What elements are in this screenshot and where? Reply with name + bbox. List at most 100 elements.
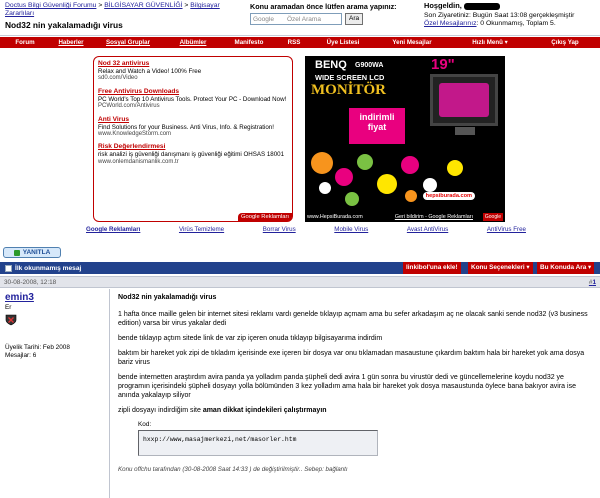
post-paragraph: zipli dosyayı indirdiğim site aman dikka… xyxy=(118,406,594,415)
post-paragraph: baktım bir hareket yok zipi de tıkladım … xyxy=(118,350,585,366)
banner-model: G900WA xyxy=(355,62,384,69)
banner-google-tag[interactable]: Google xyxy=(482,213,503,221)
search-label: Konu aramadan önce lütfen arama yapınız: xyxy=(250,2,397,11)
edit-note: Konu offchu tarafından (30-08-2008 Saat … xyxy=(118,466,348,473)
page-title: Nod32 nin yakalamadığı virus xyxy=(5,20,123,30)
ad-link[interactable]: AntiVirus Free xyxy=(487,226,526,233)
search-input[interactable]: Google Özel Arama xyxy=(250,13,342,25)
post-title: Nod32 nin yakalamadığı virus xyxy=(118,294,217,301)
nav-sosyal-gruplar[interactable]: Sosyal Gruplar xyxy=(92,37,164,48)
text-ads-box: Nod 32 antivirus Relax and Watch a Video… xyxy=(93,56,293,222)
hepsiburada-logo: hepsiburada.com xyxy=(422,192,475,200)
flower-decoration xyxy=(311,152,333,174)
reply-button[interactable]: YANITLA xyxy=(3,247,61,258)
nav-rss[interactable]: RSS xyxy=(276,37,312,48)
banner-brand: BENQ xyxy=(315,59,347,71)
post-author-panel: emin3 Er Üyelik Tarihi: Feb 2008 Mesajla… xyxy=(0,289,110,498)
post-body: Nod32 nin yakalamadığı virus 1 hafta önc… xyxy=(112,289,600,498)
search-placeholder: Özel Arama xyxy=(287,15,321,23)
banner-wide: WIDE SCREEN LCD xyxy=(315,73,385,82)
last-visit-text: Son Ziyaretiniz: Bugün Saat 13:08 gerçek… xyxy=(424,11,575,19)
flower-decoration xyxy=(423,178,437,192)
ad-url[interactable]: sd0.com/Video xyxy=(98,75,288,82)
search-button[interactable]: Ara xyxy=(345,13,364,25)
banner-site-url[interactable]: www.HepsiBurada.com xyxy=(307,214,363,220)
ad-item[interactable]: Risk Değerlendirmesi risk analizi iş güv… xyxy=(98,143,288,166)
nav-forum[interactable]: Forum xyxy=(0,37,50,48)
reply-button-label: YANITLA xyxy=(22,249,51,256)
ad-item[interactable]: Nod 32 antivirus Relax and Watch a Video… xyxy=(98,60,288,83)
thread-tools-bar: İlk okunmamış mesaj linkibol'una ekle! K… xyxy=(0,262,600,274)
ad-link-unit: Google Reklamları Virüs Temizleme Borrar… xyxy=(86,226,526,233)
post-permalink[interactable]: #1 xyxy=(589,277,596,288)
unread-post-icon xyxy=(5,264,12,272)
nav-albumler[interactable]: Albümler xyxy=(164,37,222,48)
google-ads-tag[interactable]: Google Reklamları xyxy=(237,213,292,221)
banner-deal: indirimli fiyat xyxy=(349,108,405,144)
user-stats: Üyelik Tarihi: Feb 2008 Mesajlar: 6 xyxy=(5,344,104,360)
breadcrumb-forum[interactable]: Doctus Bilgi Güvenliği Forumu xyxy=(5,2,96,9)
ad-link[interactable]: Avast AntiVirus xyxy=(407,226,448,233)
ad-url[interactable]: www.KnowledgeStorm.com xyxy=(98,131,288,138)
ad-title[interactable]: Nod 32 antivirus xyxy=(98,60,288,68)
ad-link[interactable]: Borrar Virus xyxy=(263,226,296,233)
nav-haberler[interactable]: Haberler xyxy=(50,37,92,48)
monitor-stand xyxy=(455,127,475,135)
nav-cikis-yap[interactable]: Çıkış Yap xyxy=(530,37,600,48)
zip-line-text: zipli dosyayı indirdiğim site xyxy=(118,407,203,414)
ad-link-google-reklamlari[interactable]: Google Reklamları xyxy=(86,226,140,233)
banner-size: 19" xyxy=(431,56,455,73)
banner-headline: MONİTÖR xyxy=(311,82,386,98)
flower-decoration xyxy=(447,160,463,176)
ad-description: PC World's Top 10 Antivirus Tools. Prote… xyxy=(98,95,287,103)
ad-item[interactable]: Free Antivirus Downloads PC World's Top … xyxy=(98,88,288,111)
search-row: Google Özel Arama Ara xyxy=(250,13,420,25)
breadcrumb-separator: > xyxy=(184,2,189,9)
banner-feedback-link[interactable]: Geri bildirim - Google Reklamları xyxy=(395,214,473,220)
welcome-panel: Hoşgeldin, Son Ziyaretiniz: Bugün Saat 1… xyxy=(424,1,600,29)
search-thread-menu[interactable]: Bu Konuda Ara ▾ xyxy=(537,262,595,274)
thread-options-menu[interactable]: Konu Seçenekleri ▾ xyxy=(468,262,533,274)
breadcrumb: Doctus Bilgi Güvenliği Forumu > BİLGİSAY… xyxy=(5,2,248,18)
linkibol-add-button[interactable]: linkibol'una ekle! xyxy=(403,262,461,274)
welcome-greeting: Hoşgeldin, xyxy=(424,1,462,10)
ad-title[interactable]: Anti Virus xyxy=(98,116,288,124)
deal-line2: fiyat xyxy=(367,122,387,132)
ad-item[interactable]: Anti Virus Find Solutions for your Busin… xyxy=(98,116,288,139)
zip-line-warning: aman dikkat içindekileri çalıştırmayın xyxy=(202,407,327,414)
post-header-bar: 30-08-2008, 12:18 #1 xyxy=(0,276,600,288)
post-number: 1 xyxy=(592,279,596,286)
ad-url[interactable]: www.onlemdanismanlik.com.tr xyxy=(98,159,288,166)
join-date: Üyelik Tarihi: Feb 2008 xyxy=(5,344,70,351)
nav-manifesto[interactable]: Manifesto xyxy=(222,37,276,48)
code-block: hxxp://www,masajmerkezi,net/masorler.htm xyxy=(138,430,378,456)
message-count: Mesajlar: 6 xyxy=(5,352,37,359)
monitor-image xyxy=(430,74,498,126)
ad-link[interactable]: Virüs Temizleme xyxy=(179,226,224,233)
nav-yeni-mesajlar[interactable]: Yeni Mesajlar xyxy=(374,37,450,48)
flower-decoration xyxy=(401,156,419,174)
first-unread-link[interactable]: İlk okunmamış mesaj xyxy=(5,264,81,272)
ad-description: Find Solutions for your Business. Anti V… xyxy=(98,123,274,131)
ad-url[interactable]: PCWorld.com/Antivirus xyxy=(98,103,288,110)
benq-banner-ad[interactable]: BENQ G900WA 19" WIDE SCREEN LCD MONİTÖR … xyxy=(305,56,505,222)
header: Doctus Bilgi Güvenliği Forumu > BİLGİSAY… xyxy=(0,0,600,36)
private-messages-counts: : 0 Okunmamış, Toplam 5. xyxy=(476,20,556,27)
flower-decoration xyxy=(377,174,397,194)
ad-description: Relax and Watch a Video! 100% Free xyxy=(98,68,202,75)
post-author-username[interactable]: emin3 xyxy=(5,292,104,303)
nav-hizli-menu[interactable]: Hızlı Menü ▾ xyxy=(450,37,530,48)
rank-shield-icon xyxy=(5,314,17,326)
flower-decoration xyxy=(319,182,331,194)
breadcrumb-section[interactable]: BİLGİSAYAR GÜVENLİĞİ xyxy=(104,2,182,9)
flower-decoration xyxy=(357,154,373,170)
breadcrumb-separator: > xyxy=(98,2,103,9)
ad-title[interactable]: Free Antivirus Downloads xyxy=(98,88,288,96)
nav-uye-listesi[interactable]: Üye Listesi xyxy=(312,37,374,48)
post-paragraph: 1 hafta önce maille gelen bir internet s… xyxy=(118,311,588,327)
ad-link[interactable]: Mobile Virus xyxy=(334,226,368,233)
private-messages-link[interactable]: Özel Mesajlarınız xyxy=(424,20,477,27)
ad-title[interactable]: Risk Değerlendirmesi xyxy=(98,143,288,151)
flower-decoration xyxy=(405,190,417,202)
code-label: Kod: xyxy=(138,421,152,428)
